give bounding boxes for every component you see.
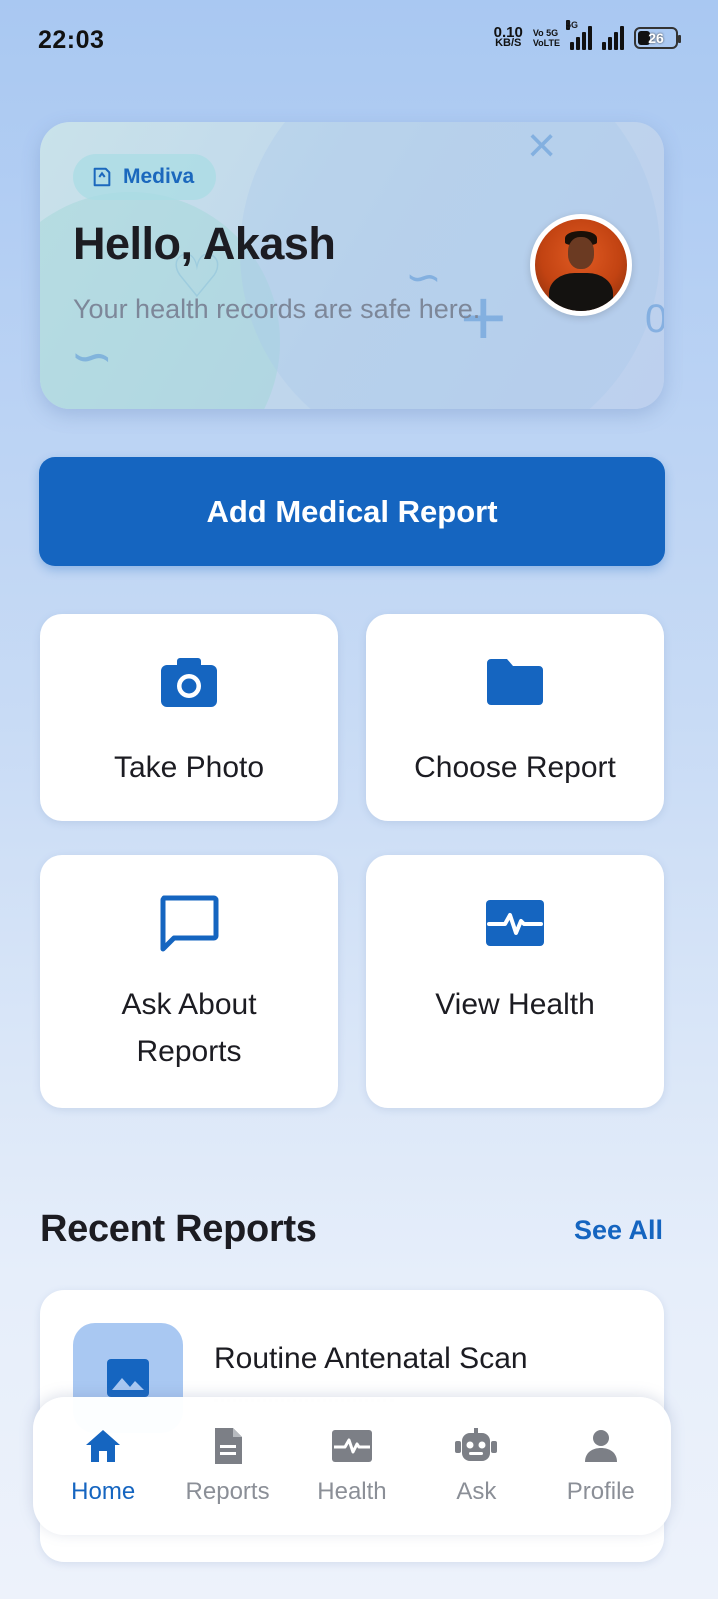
view-health-tile[interactable]: View Health <box>366 855 664 1108</box>
tile-label: Choose Report <box>414 751 616 784</box>
signal-5g-icon: 5G <box>566 20 592 50</box>
greeting-title: Hello, Akash <box>73 218 336 269</box>
tile-label: Ask About Reports <box>121 988 257 1068</box>
take-photo-tile[interactable]: Take Photo <box>40 614 338 821</box>
status-icons: 0.10 KB/S Vo 5G VoLTE 5G 26 <box>493 20 681 50</box>
signal-icon <box>602 26 624 50</box>
image-icon <box>107 1359 149 1397</box>
camera-icon <box>159 654 219 710</box>
chat-bubble-icon <box>159 895 219 952</box>
nav-label: Reports <box>185 1478 270 1505</box>
plus-decoration-icon: × <box>527 122 557 173</box>
heartbeat-icon <box>331 1426 373 1466</box>
nav-item-ask[interactable]: Ask <box>416 1426 536 1506</box>
ask-about-reports-tile[interactable]: Ask About Reports <box>40 855 338 1108</box>
add-medical-report-button[interactable]: Add Medical Report <box>39 457 665 566</box>
battery-icon: 26 <box>634 27 681 49</box>
nav-item-home[interactable]: Home <box>43 1426 163 1506</box>
recent-reports-heading: Recent Reports <box>40 1208 317 1250</box>
greeting-card: × + ∽ ∽ ♡ 0 Mediva Hello, Akash Your hea… <box>40 122 664 409</box>
robot-icon <box>454 1426 498 1466</box>
nav-label: Health <box>317 1478 387 1505</box>
brand-badge: Mediva <box>73 154 217 200</box>
volte-indicator: Vo 5G VoLTE <box>532 28 560 48</box>
nav-item-reports[interactable]: Reports <box>168 1426 288 1506</box>
home-icon <box>84 1426 122 1466</box>
status-bar: 22:03 0.10 KB/S Vo 5G VoLTE 5G 26 <box>0 0 718 84</box>
heartbeat-icon <box>485 895 545 951</box>
nav-label: Profile <box>566 1478 635 1505</box>
nav-label: Ask <box>456 1478 497 1505</box>
brand-name: Mediva <box>123 165 195 188</box>
stethoscope-decoration-icon: ∽ <box>70 328 114 386</box>
greeting-subtitle: Your health records are safe here. <box>73 294 481 324</box>
pill-decoration-icon: 0 <box>645 297 664 341</box>
bottom-navigation: Home Reports Health Ask Profile <box>33 1397 671 1535</box>
report-title: Routine Antenatal Scan <box>214 1342 528 1375</box>
choose-report-tile[interactable]: Choose Report <box>366 614 664 821</box>
tile-label: Take Photo <box>113 751 265 784</box>
network-speed: 0.10 KB/S <box>493 24 523 49</box>
avatar[interactable] <box>530 214 632 316</box>
folder-icon <box>485 654 545 710</box>
nav-item-health[interactable]: Health <box>292 1426 412 1506</box>
see-all-link[interactable]: See All <box>574 1215 663 1246</box>
person-icon <box>583 1426 619 1466</box>
brand-logo-icon <box>93 167 111 187</box>
nav-item-profile[interactable]: Profile <box>541 1426 661 1506</box>
nav-label: Home <box>71 1478 136 1505</box>
tile-label: View Health <box>435 988 595 1021</box>
status-time: 22:03 <box>38 26 105 54</box>
document-icon <box>212 1426 244 1466</box>
